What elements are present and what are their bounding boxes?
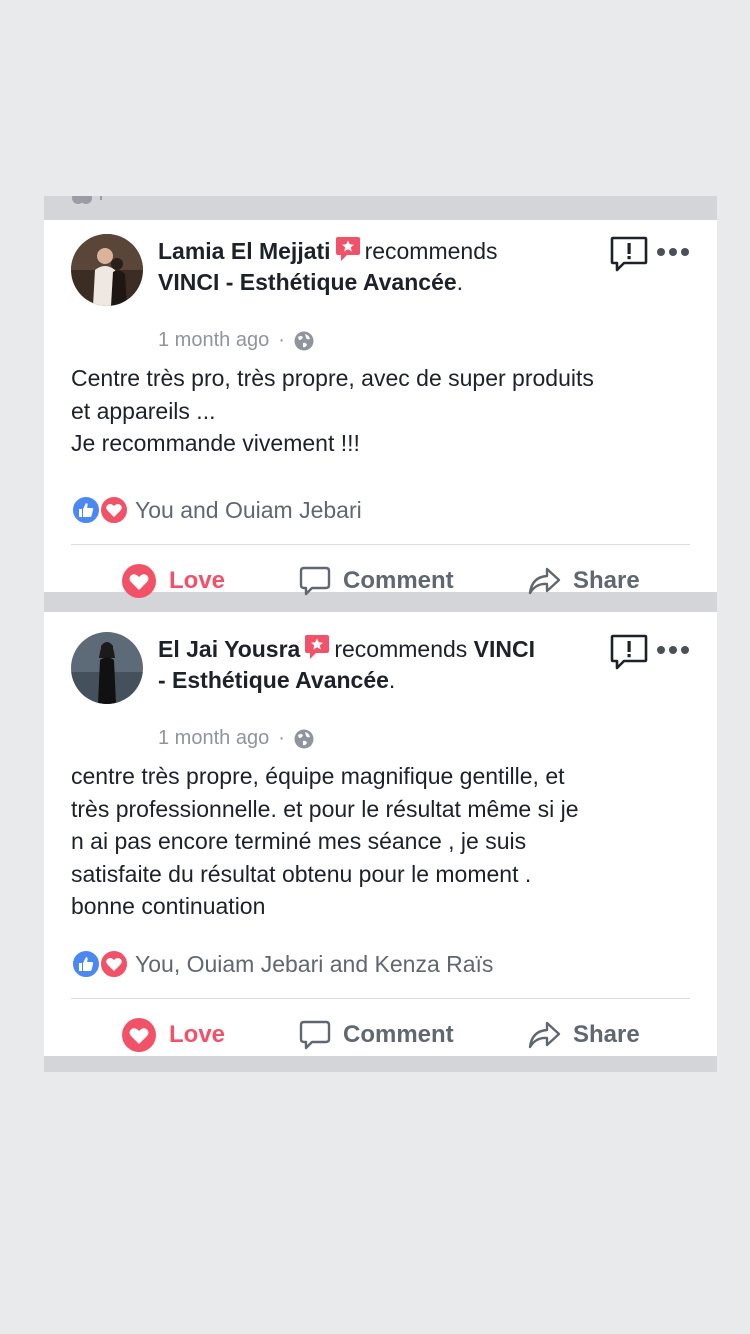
avatar[interactable]: [71, 632, 143, 704]
love-label: Love: [169, 1021, 226, 1048]
reaction-icons: [71, 494, 131, 526]
divider: [71, 544, 690, 545]
reactions-text: You, Ouiam Jebari and Kenza Raïs: [135, 950, 494, 977]
like-reaction-icon: [71, 949, 101, 979]
comment-icon: [299, 1020, 331, 1050]
reviews-feed: Lamia El Mejjati recommends VINCI - Esthé…: [44, 196, 717, 1072]
share-label: Share: [573, 567, 640, 594]
post-meta: 1 month ago ·: [158, 727, 314, 750]
meta-separator: ·: [278, 329, 285, 351]
cut-off-icon: [72, 196, 102, 204]
page-link[interactable]: VINCI - Esthétique Avancée: [158, 269, 457, 295]
period: .: [388, 667, 396, 693]
reaction-icons: [71, 948, 131, 980]
recommend-verb: recommends: [364, 238, 498, 264]
love-button[interactable]: Love: [121, 1000, 225, 1070]
heart-icon: [122, 1018, 156, 1052]
post-header: Lamia El Mejjati recommends VINCI - Esthé…: [158, 236, 577, 298]
timestamp[interactable]: 1 month ago: [158, 329, 269, 352]
report-icon[interactable]: [610, 236, 648, 272]
review-text: centre très propre, équipe magnifique ge…: [71, 763, 579, 919]
reactions-summary[interactable]: You and Ouiam Jebari: [71, 494, 362, 526]
page-link[interactable]: VINCI: [474, 636, 535, 662]
review-card: El Jai Yousra recommends VINCI - Esthétiq…: [44, 612, 717, 1056]
action-bar: Love Comment Share: [71, 546, 690, 616]
comment-label: Comment: [343, 567, 454, 594]
divider: [71, 998, 690, 999]
comment-button[interactable]: Comment: [299, 1000, 454, 1070]
recommend-badge-icon: [335, 237, 360, 261]
heart-icon: [122, 564, 156, 598]
meta-separator: ·: [278, 727, 285, 749]
comment-button[interactable]: Comment: [299, 546, 454, 616]
share-icon: [528, 1021, 561, 1049]
love-label: Love: [169, 567, 226, 594]
recommend-badge-icon: [305, 635, 330, 659]
share-button[interactable]: Share: [527, 546, 640, 616]
action-bar: Love Comment Share: [71, 1000, 690, 1070]
comment-icon: [299, 566, 331, 596]
globe-icon: [294, 331, 314, 350]
avatar[interactable]: [71, 234, 143, 306]
globe-icon: [294, 729, 314, 748]
like-reaction-icon: [71, 495, 101, 525]
author-name[interactable]: El Jai Yousra: [158, 636, 300, 662]
comment-label: Comment: [343, 1021, 454, 1048]
more-icon[interactable]: [656, 247, 690, 257]
love-reaction-icon: [99, 949, 129, 979]
love-button[interactable]: Love: [121, 546, 225, 616]
love-reaction-icon: [99, 495, 129, 525]
post-meta: 1 month ago ·: [158, 329, 314, 352]
previous-card-edge: [44, 196, 717, 220]
more-icon[interactable]: [656, 645, 690, 655]
review-text: Centre très pro, très propre, avec de su…: [71, 365, 594, 456]
share-button[interactable]: Share: [527, 1000, 640, 1070]
timestamp[interactable]: 1 month ago: [158, 727, 269, 750]
period: .: [456, 269, 464, 295]
reactions-summary[interactable]: You, Ouiam Jebari and Kenza Raïs: [71, 948, 493, 980]
page-link-continued[interactable]: - Esthétique Avancée: [158, 667, 389, 693]
post-header: El Jai Yousra recommends VINCI - Esthétiq…: [158, 634, 577, 696]
recommend-verb: recommends: [334, 636, 468, 662]
share-label: Share: [573, 1021, 640, 1048]
reactions-text: You and Ouiam Jebari: [135, 496, 362, 523]
review-card: Lamia El Mejjati recommends VINCI - Esthé…: [44, 220, 717, 598]
author-name[interactable]: Lamia El Mejjati: [158, 238, 331, 264]
report-icon[interactable]: [610, 634, 648, 670]
share-icon: [528, 567, 561, 595]
